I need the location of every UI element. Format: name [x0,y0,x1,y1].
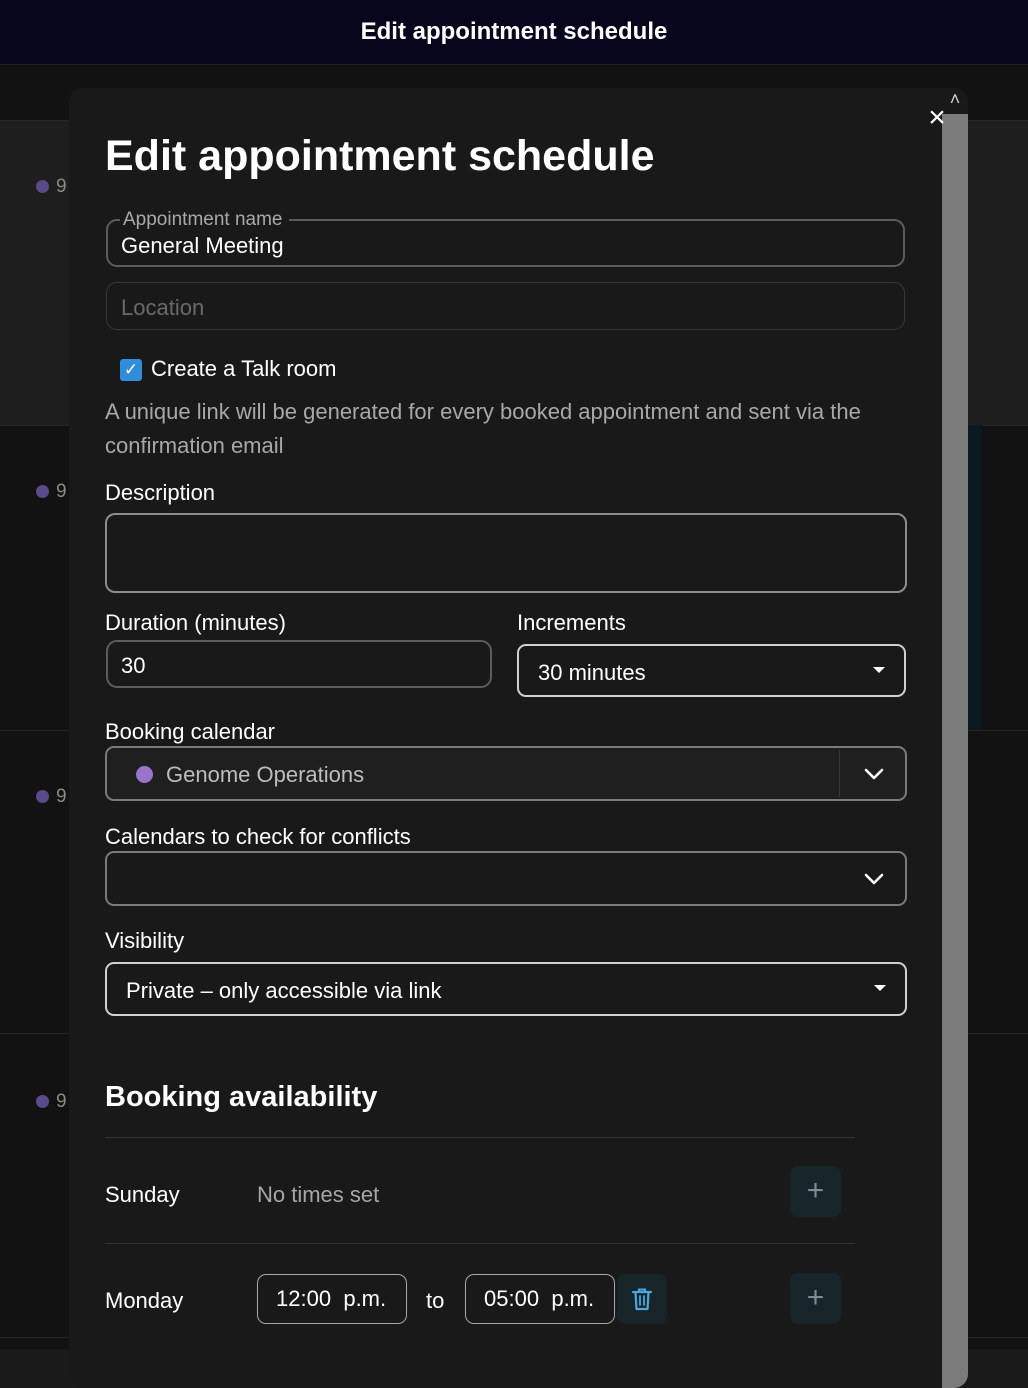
calendar-event-strip [968,425,982,730]
window-title-bar: Edit appointment schedule [0,0,1028,65]
calendar-day-number: 9 [56,786,67,807]
select-divider [839,750,840,797]
window-title: Edit appointment schedule [360,18,668,45]
add-slot-monday-button[interactable]: + [790,1273,841,1324]
increments-select[interactable]: 30 minutes [517,644,906,697]
booking-availability-title: Booking availability [105,1081,378,1113]
start-time-input[interactable]: 12:00 p.m. [257,1274,407,1324]
booking-calendar-value: Genome Operations [166,762,365,787]
calendar-dot [36,1095,49,1108]
location-field[interactable]: Location [106,282,905,330]
visibility-label: Visibility [105,928,185,953]
day-label-sunday: Sunday [105,1182,180,1207]
end-hour[interactable]: 05 [484,1286,508,1311]
chevron-down-icon[interactable] [862,867,886,891]
modal-title: Edit appointment schedule [105,132,655,180]
calendar-color-dot [136,766,153,783]
description-textarea[interactable] [105,513,907,593]
delete-slot-button[interactable] [617,1274,667,1324]
chevron-down-icon[interactable] [862,762,886,786]
close-button[interactable]: × [923,103,951,133]
appointment-name-field[interactable]: Appointment name General Meeting [106,209,905,267]
trash-icon [631,1288,653,1311]
start-hour[interactable]: 12 [276,1286,300,1311]
add-slot-sunday-button[interactable]: + [790,1166,841,1217]
conflict-calendars-label: Calendars to check for conflicts [105,824,411,849]
conflict-calendars-select[interactable] [105,851,907,906]
booking-calendar-label: Booking calendar [105,719,276,744]
day-label-monday: Monday [105,1288,184,1313]
divider [105,1243,855,1244]
modal-scrollbar[interactable] [942,114,968,1388]
visibility-select[interactable]: Private – only accessible via link [105,962,907,1016]
location-placeholder: Location [121,295,205,320]
calendar-dot [36,790,49,803]
appointment-name-value[interactable]: General Meeting [121,233,284,259]
start-minute[interactable]: 00 [307,1286,331,1311]
booking-calendar-select[interactable]: Genome Operations [105,746,907,801]
description-label: Description [105,480,216,505]
caret-down-icon [874,985,886,991]
no-times-text: No times set [257,1182,380,1207]
talk-room-hint: A unique link will be generated for ever… [105,399,861,458]
talk-room-checkbox[interactable]: ✓ [120,359,142,381]
end-time-input[interactable]: 05:00 p.m. [465,1274,615,1324]
increments-label: Increments [517,610,626,635]
calendar-dot [36,180,49,193]
time-separator: to [426,1288,445,1313]
visibility-value: Private – only accessible via link [126,978,442,1003]
appointment-name-label: Appointment name [120,209,289,231]
calendar-day-number: 9 [56,1091,67,1112]
increments-value: 30 minutes [538,660,646,685]
duration-label: Duration (minutes) [105,610,286,635]
caret-down-icon [873,667,885,673]
end-minute[interactable]: 00 [515,1286,539,1311]
calendar-day-number: 9 [56,481,67,502]
start-ampm[interactable]: p.m. [343,1286,386,1311]
calendar-day-number: 9 [56,176,67,197]
divider [105,1137,855,1138]
calendar-dot [36,485,49,498]
duration-value: 30 [121,653,146,678]
talk-room-label[interactable]: Create a Talk room [151,356,336,382]
end-ampm[interactable]: p.m. [551,1286,594,1311]
duration-input[interactable]: 30 [106,640,492,688]
edit-schedule-modal: ˄ × Edit appointment schedule Appointmen… [69,88,968,1388]
